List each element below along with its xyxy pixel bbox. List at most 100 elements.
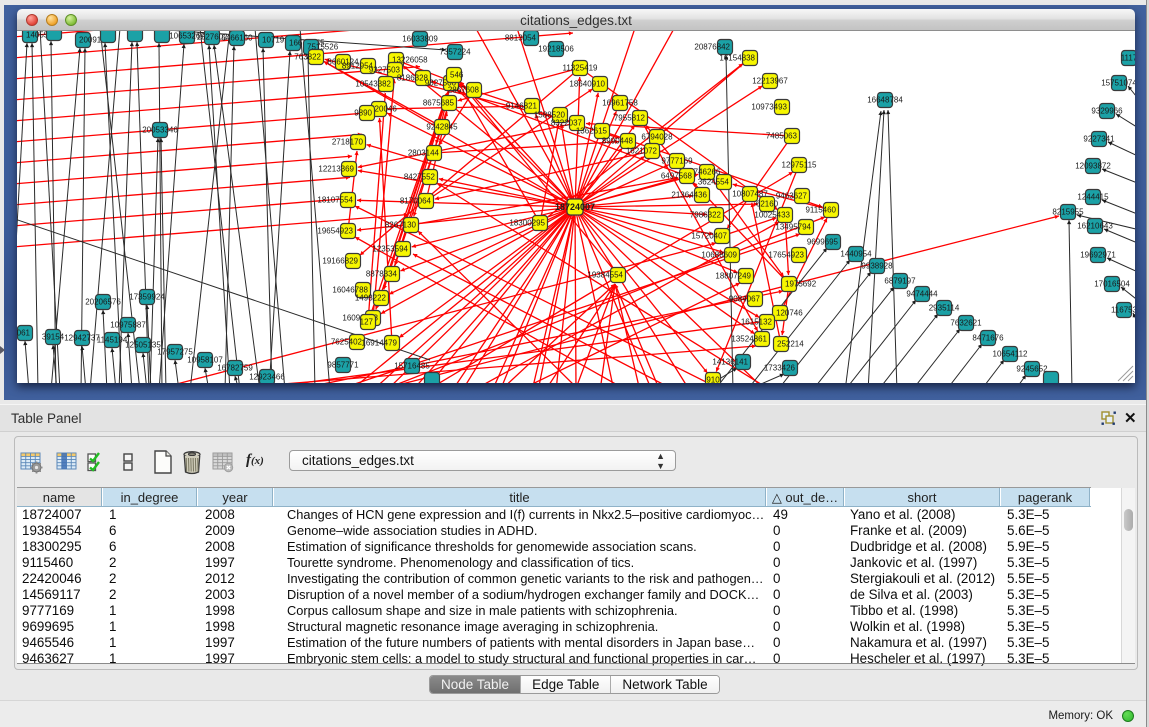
svg-text:20053346: 20053346 bbox=[142, 126, 178, 135]
svg-text:7955812: 7955812 bbox=[614, 114, 646, 123]
svg-text:15720407: 15720407 bbox=[691, 232, 727, 241]
svg-text:9463627: 9463627 bbox=[776, 192, 808, 201]
svg-text:1117: 1117 bbox=[1121, 54, 1135, 63]
svg-text:1362615: 1362615 bbox=[576, 127, 608, 136]
svg-text:12213967: 12213967 bbox=[752, 77, 788, 86]
svg-text:2935114: 2935114 bbox=[929, 304, 960, 313]
svg-text:763822: 763822 bbox=[294, 53, 321, 62]
svg-text:10654112: 10654112 bbox=[993, 350, 1029, 359]
svg-text:10025433: 10025433 bbox=[754, 211, 790, 220]
svg-text:18724007: 18724007 bbox=[555, 202, 595, 212]
svg-text:62160: 62160 bbox=[756, 200, 779, 209]
svg-text:18300295: 18300295 bbox=[509, 219, 545, 228]
svg-text:9938928: 9938928 bbox=[861, 262, 893, 271]
svg-text:7357224: 7357224 bbox=[439, 48, 471, 57]
svg-text:7485063: 7485063 bbox=[766, 132, 798, 141]
svg-text:9327503: 9327503 bbox=[369, 66, 401, 75]
svg-text:2835061: 2835061 bbox=[17, 329, 31, 338]
svg-text:1498222: 1498222 bbox=[355, 294, 387, 303]
svg-text:17654923: 17654923 bbox=[768, 251, 804, 260]
svg-text:9474444: 9474444 bbox=[906, 290, 938, 299]
svg-text:6497568: 6497568 bbox=[661, 172, 693, 181]
svg-text:16914479: 16914479 bbox=[361, 339, 397, 348]
svg-text:8427552: 8427552 bbox=[404, 173, 436, 182]
svg-text:15751074: 15751074 bbox=[1101, 79, 1135, 88]
svg-text:20876842: 20876842 bbox=[694, 43, 730, 52]
svg-text:3624554: 3624554 bbox=[698, 178, 730, 187]
svg-text:13524861: 13524861 bbox=[731, 335, 767, 344]
svg-text:8471676: 8471676 bbox=[972, 334, 1004, 343]
svg-text:120746: 120746 bbox=[776, 309, 803, 318]
svg-text:12505135: 12505135 bbox=[125, 341, 161, 350]
svg-text:8186328: 8186328 bbox=[397, 74, 429, 83]
svg-text:127: 127 bbox=[360, 318, 374, 327]
svg-text:11325419: 11325419 bbox=[563, 64, 599, 73]
svg-text:1975692: 1975692 bbox=[785, 280, 817, 289]
svg-text:19692971: 19692971 bbox=[1080, 251, 1116, 260]
svg-text:9245652: 9245652 bbox=[1016, 365, 1048, 374]
svg-text:1733426: 1733426 bbox=[764, 364, 796, 373]
svg-text:19218506: 19218506 bbox=[538, 45, 574, 54]
svg-text:1621072: 1621072 bbox=[626, 147, 658, 156]
svg-text:9329966: 9329966 bbox=[1091, 107, 1123, 116]
svg-text:16033809: 16033809 bbox=[402, 35, 438, 44]
svg-text:16154838: 16154838 bbox=[719, 54, 755, 63]
svg-text:9227341: 9227341 bbox=[1083, 135, 1115, 144]
svg-text:12093872: 12093872 bbox=[1075, 162, 1111, 171]
svg-text:8170064: 8170064 bbox=[400, 197, 432, 206]
svg-text:15716485: 15716485 bbox=[394, 362, 430, 371]
svg-text:14136141: 14136141 bbox=[712, 358, 748, 367]
svg-text:19384554: 19384554 bbox=[587, 271, 623, 280]
svg-text:21364436: 21364436 bbox=[671, 191, 707, 200]
svg-text:6466160: 6466160 bbox=[221, 34, 253, 43]
svg-text:12353594: 12353594 bbox=[372, 245, 408, 254]
svg-text:116753: 116753 bbox=[1111, 306, 1135, 315]
svg-text:6794028: 6794028 bbox=[641, 133, 673, 142]
svg-text:18107554: 18107554 bbox=[317, 196, 353, 205]
svg-text:10543382: 10543382 bbox=[355, 80, 391, 89]
svg-text:16961758: 16961758 bbox=[602, 99, 638, 108]
svg-text:19654923: 19654923 bbox=[317, 227, 353, 236]
svg-text:2718170: 2718170 bbox=[332, 138, 364, 147]
svg-text:1244415: 1244415 bbox=[1077, 193, 1109, 202]
svg-text:9084067: 9084067 bbox=[729, 295, 761, 304]
svg-text:18640910: 18640910 bbox=[569, 80, 605, 89]
svg-text:12942737: 12942737 bbox=[64, 334, 100, 343]
svg-text:9146821: 9146821 bbox=[506, 102, 538, 111]
svg-text:9777169: 9777169 bbox=[661, 157, 693, 166]
svg-text:1615132: 1615132 bbox=[741, 318, 773, 327]
svg-text:16210643: 16210643 bbox=[1077, 222, 1113, 231]
svg-text:8267130: 8267130 bbox=[385, 221, 417, 230]
svg-text:8990448: 8990448 bbox=[602, 137, 634, 146]
svg-text:7986322: 7986322 bbox=[690, 211, 722, 220]
svg-text:8675685: 8675685 bbox=[423, 99, 455, 108]
svg-text:10973493: 10973493 bbox=[751, 103, 787, 112]
svg-text:10975887: 10975887 bbox=[110, 321, 146, 330]
svg-text:18807249: 18807249 bbox=[715, 272, 751, 281]
svg-text:7625402: 7625402 bbox=[331, 338, 363, 347]
svg-text:12923466: 12923466 bbox=[249, 373, 285, 382]
svg-text:2867608: 2867608 bbox=[448, 86, 480, 95]
svg-text:1440954: 1440954 bbox=[840, 250, 872, 259]
svg-text:16782759: 16782759 bbox=[217, 364, 253, 373]
svg-text:8215955: 8215955 bbox=[1052, 208, 1084, 217]
svg-text:1145194: 1145194 bbox=[97, 336, 128, 345]
svg-text:252214: 252214 bbox=[777, 340, 804, 349]
svg-text:910: 910 bbox=[706, 376, 720, 384]
svg-text:6879197: 6879197 bbox=[884, 277, 916, 286]
svg-text:12213369: 12213369 bbox=[318, 165, 354, 174]
svg-text:7632621: 7632621 bbox=[950, 319, 982, 328]
svg-text:546: 546 bbox=[450, 71, 464, 80]
svg-text:20206576: 20206576 bbox=[85, 298, 121, 307]
svg-text:16648784: 16648784 bbox=[867, 96, 903, 105]
svg-text:8878334: 8878334 bbox=[366, 270, 398, 279]
svg-text:39154: 39154 bbox=[42, 333, 65, 342]
svg-text:2803144: 2803144 bbox=[408, 149, 440, 158]
svg-text:17016504: 17016504 bbox=[1094, 280, 1130, 289]
svg-text:19166829: 19166829 bbox=[322, 257, 358, 266]
svg-text:9857771: 9857771 bbox=[327, 361, 359, 370]
svg-text:9115460: 9115460 bbox=[805, 206, 836, 215]
svg-text:13495794: 13495794 bbox=[775, 223, 811, 232]
svg-text:12975115: 12975115 bbox=[782, 161, 818, 170]
svg-text:8813054: 8813054 bbox=[505, 34, 537, 43]
